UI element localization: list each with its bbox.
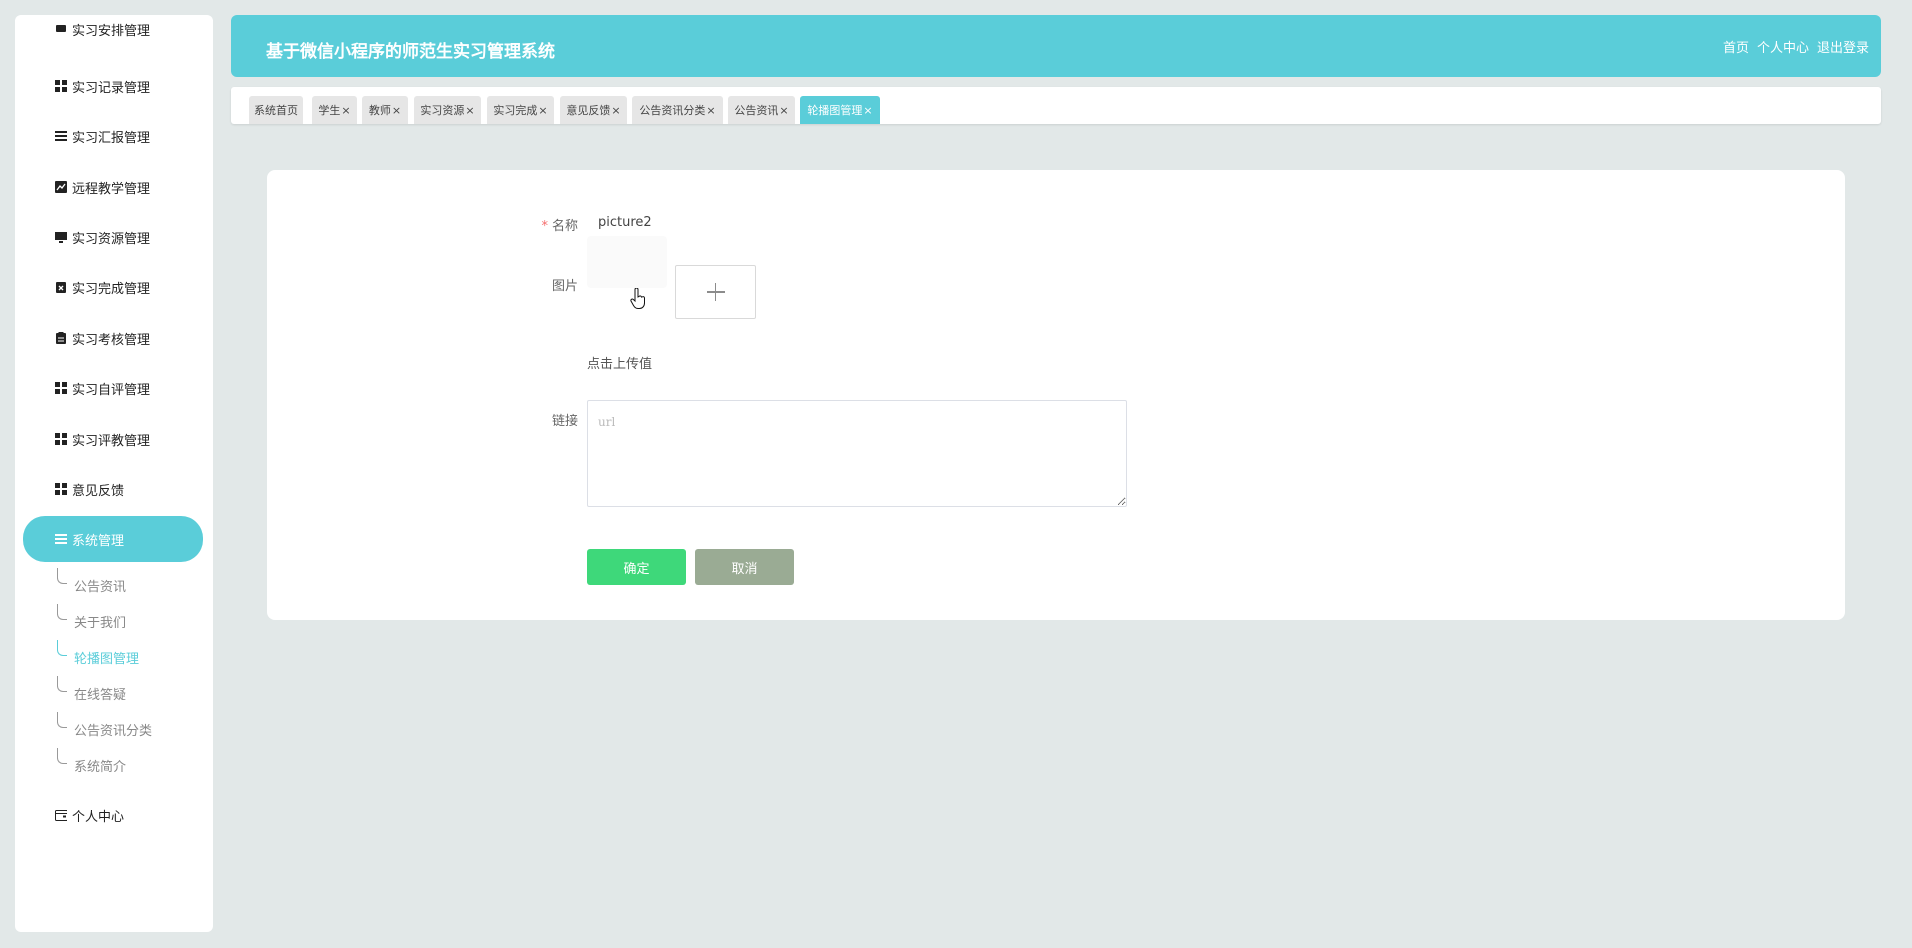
link-field-label: 链接 (551, 414, 578, 429)
sidebar-item-feedback[interactable]: 意见反馈 (23, 467, 203, 511)
confirm-button[interactable]: 确定 (587, 549, 686, 585)
sidebar-subitem-system-intro[interactable]: 系统简介 (74, 756, 126, 775)
upload-hint: 点击上传值 (587, 357, 653, 372)
sidebar-item-internship-arrangement[interactable]: 实习安排管理 (23, 15, 203, 51)
tabs-bar: 系统首页 学生 × 教师 × 实习资源 × 实习完成 × 意见反馈 × 公告资讯分类 × 公… (231, 87, 1881, 124)
close-icon[interactable]: × (706, 104, 715, 117)
tab-label: 系统首页 (254, 104, 298, 117)
sidebar-item-teaching-evaluation[interactable]: 实习评教管理 (23, 417, 203, 461)
clipboard-icon (55, 332, 67, 344)
header-links: 首页 个人中心 退出登录 (1723, 37, 1869, 56)
sidebar-item-label: 实习资源管理 (72, 231, 151, 247)
form-card (267, 170, 1845, 620)
tree-connector (57, 676, 67, 692)
top-header: 基于微信小程序的师范生实习管理系统 首页 个人中心 退出登录 (231, 15, 1881, 77)
plus-icon (706, 283, 725, 301)
sidebar-item-label: 实习完成管理 (72, 281, 151, 297)
label-text: 名称 (551, 219, 578, 234)
sidebar-item-internship-assessment[interactable]: 实习考核管理 (23, 316, 203, 360)
tab-teachers[interactable]: 教师 × (362, 96, 408, 124)
close-icon[interactable]: × (779, 104, 788, 117)
tab-students[interactable]: 学生 × (312, 96, 357, 124)
tree-connector (57, 640, 67, 656)
hand-cursor-icon (630, 287, 646, 314)
sidebar-item-personal-center[interactable]: 个人中心 (23, 793, 203, 837)
sidebar-item-label: 实习记录管理 (72, 80, 151, 96)
sidebar-subitem-announcement-category[interactable]: 公告资讯分类 (74, 720, 152, 739)
sidebar-item-internship-report[interactable]: 实习汇报管理 (23, 114, 203, 158)
close-icon[interactable]: × (341, 104, 350, 117)
tab-feedback[interactable]: 意见反馈 × (560, 96, 627, 124)
grid-icon (55, 433, 67, 445)
close-icon[interactable]: × (863, 104, 872, 117)
tab-announcements[interactable]: 公告资讯 × (728, 96, 795, 124)
sidebar-item-label: 实习评教管理 (72, 433, 151, 449)
monitor-icon (55, 231, 67, 243)
list-icon (55, 533, 67, 545)
sidebar-item-label: 意见反馈 (72, 483, 125, 499)
tab-announcement-category[interactable]: 公告资讯分类 × (632, 96, 723, 124)
name-field-label: * 名称 (538, 215, 578, 234)
close-icon[interactable]: × (392, 104, 401, 117)
tab-label: 轮播图管理 (807, 104, 863, 117)
sidebar-item-label: 个人中心 (72, 809, 125, 825)
image-thumbnail[interactable] (587, 236, 667, 288)
tab-label: 公告资讯 (734, 104, 779, 117)
sidebar-item-label: 实习汇报管理 (72, 130, 151, 146)
tab-label: 教师 (368, 104, 391, 117)
sidebar-subitem-about-us[interactable]: 关于我们 (74, 612, 126, 631)
sidebar-subitem-carousel[interactable]: 轮播图管理 (74, 648, 139, 667)
cancel-button[interactable]: 取消 (695, 549, 794, 585)
logout-link[interactable]: 退出登录 (1817, 37, 1869, 56)
sidebar: 实习安排管理 实习记录管理 实习汇报管理 远程教学管理 实习资源管理 实习完成管… (15, 15, 213, 932)
tree-connector (57, 712, 67, 728)
chart-icon (55, 181, 67, 193)
link-input[interactable] (587, 400, 1127, 507)
sidebar-item-label: 实习考核管理 (72, 332, 151, 348)
sidebar-item-self-evaluation[interactable]: 实习自评管理 (23, 366, 203, 410)
tree-connector (57, 568, 67, 584)
tab-system-home[interactable]: 系统首页 (249, 96, 303, 124)
tab-carousel-management[interactable]: 轮播图管理 × (800, 96, 880, 124)
tree-connector (57, 604, 67, 620)
name-value[interactable]: picture2 (598, 215, 652, 230)
personal-center-link[interactable]: 个人中心 (1757, 37, 1809, 56)
sidebar-item-label: 远程教学管理 (72, 181, 151, 197)
close-icon[interactable]: × (465, 104, 474, 117)
tab-label: 公告资讯分类 (639, 104, 706, 117)
grid-icon (55, 80, 67, 92)
app-title: 基于微信小程序的师范生实习管理系统 (266, 42, 555, 62)
grid-icon (55, 382, 67, 394)
sidebar-item-label: 实习安排管理 (72, 23, 151, 39)
sidebar-item-system-management[interactable]: 系统管理 (23, 516, 203, 562)
sidebar-item-internship-resource[interactable]: 实习资源管理 (23, 215, 203, 259)
grid-icon (55, 483, 67, 495)
sidebar-subitem-online-qa[interactable]: 在线答疑 (74, 684, 126, 703)
home-link[interactable]: 首页 (1723, 37, 1749, 56)
card-icon (55, 23, 67, 35)
close-icon[interactable]: × (538, 104, 547, 117)
sidebar-subitem-announcements[interactable]: 公告资讯 (74, 576, 126, 595)
upload-button[interactable] (675, 265, 756, 319)
sidebar-item-remote-teaching[interactable]: 远程教学管理 (23, 165, 203, 209)
sidebar-item-internship-completion[interactable]: 实习完成管理 (23, 265, 203, 309)
tab-internship-resource[interactable]: 实习资源 × (414, 96, 481, 124)
clipboard-x-icon (55, 281, 67, 293)
tab-internship-completion[interactable]: 实习完成 × (487, 96, 554, 124)
required-mark: * (541, 219, 548, 234)
image-field-label: 图片 (551, 279, 578, 294)
wallet-icon (55, 809, 67, 821)
list-icon (55, 130, 67, 142)
close-icon[interactable]: × (611, 104, 620, 117)
sidebar-item-label: 实习自评管理 (72, 382, 151, 398)
tree-connector (57, 748, 67, 764)
tab-label: 意见反馈 (566, 104, 611, 117)
sidebar-item-label: 系统管理 (72, 533, 125, 549)
tab-label: 实习资源 (420, 104, 465, 117)
tab-label: 学生 (318, 104, 341, 117)
tab-label: 实习完成 (493, 104, 538, 117)
sidebar-item-internship-record[interactable]: 实习记录管理 (23, 64, 203, 108)
